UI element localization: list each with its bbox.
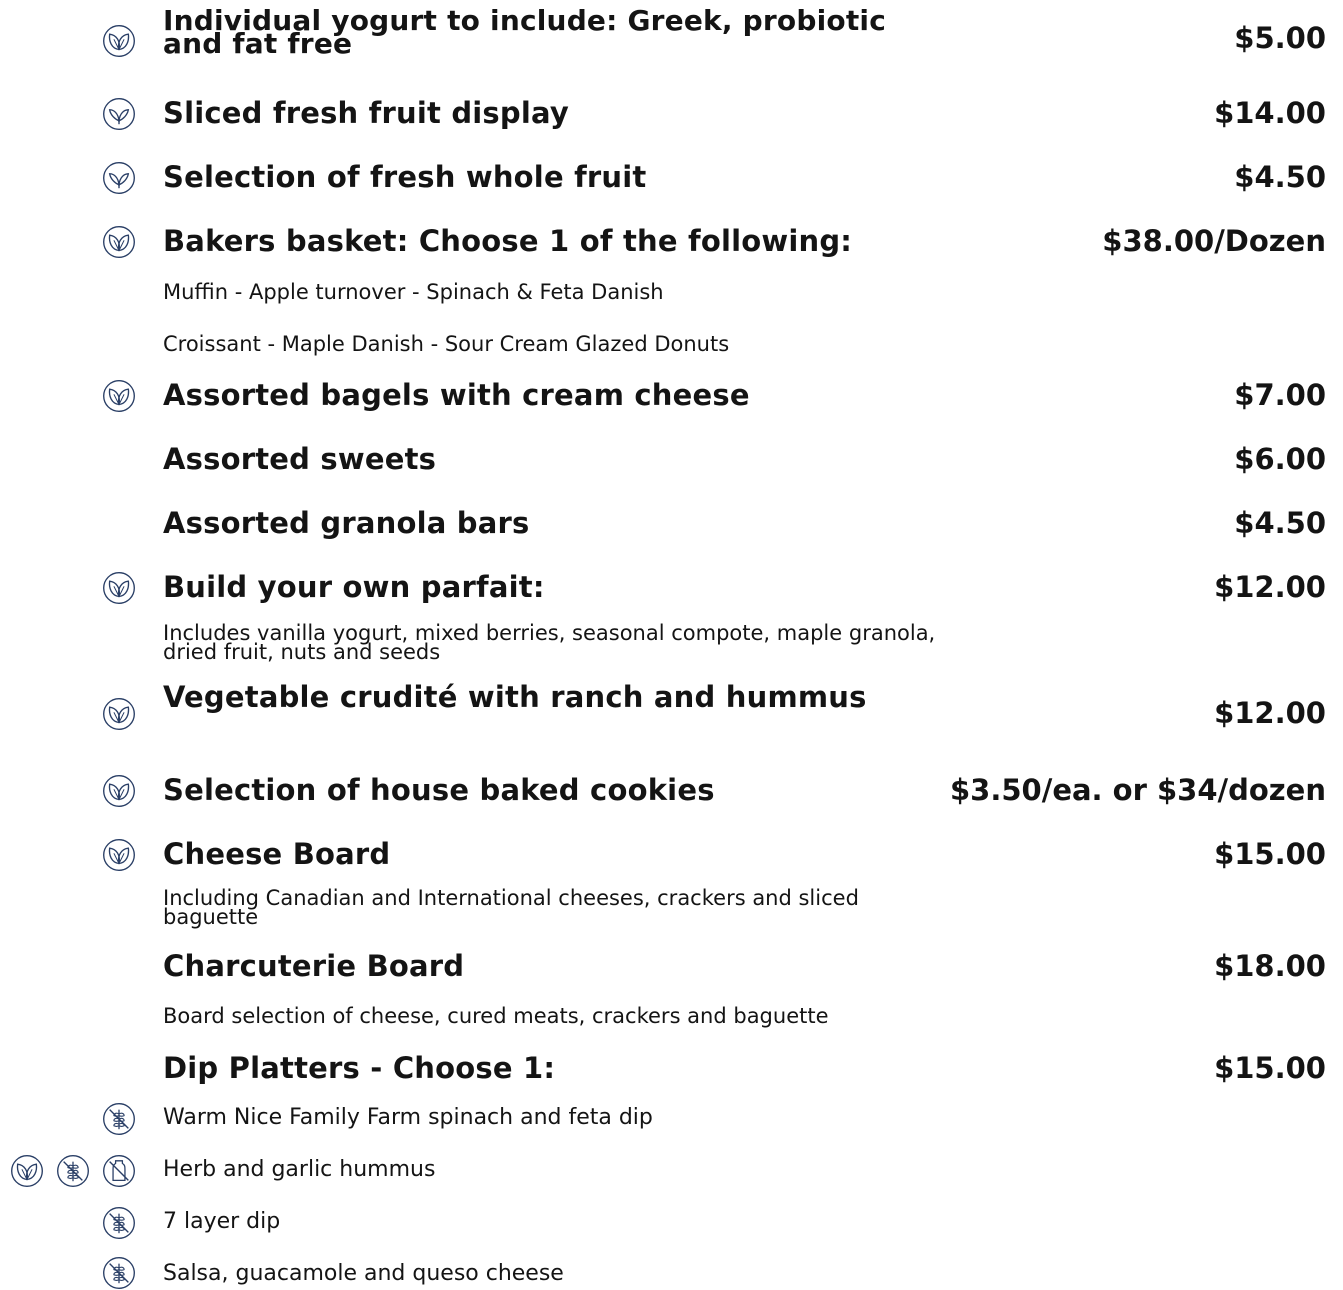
- vegan-sprout-icon: [102, 161, 136, 195]
- item-price: $38.00/Dozen: [1102, 224, 1326, 258]
- item-name: Vegetable crudité with ranch and hummus: [163, 680, 867, 714]
- item-name: Selection of fresh whole fruit: [163, 160, 647, 194]
- vegetarian-leaf-icon: [102, 838, 136, 872]
- item-name: Bakers basket: Choose 1 of the following…: [163, 224, 853, 258]
- item-option: Croissant - Maple Danish - Sour Cream Gl…: [163, 332, 730, 356]
- dip-option: Herb and garlic hummus: [163, 1157, 436, 1182]
- item-price: $4.50: [1234, 160, 1326, 194]
- item-name: Build your own parfait:: [163, 570, 545, 604]
- gluten-free-icon: [102, 1102, 136, 1136]
- item-name: Individual yogurt to include: Greek, pro…: [163, 4, 886, 60]
- dip-option: Salsa, guacamole and queso cheese: [163, 1261, 564, 1286]
- dip-option: 7 layer dip: [163, 1209, 281, 1234]
- item-price: $3.50/ea. or $34/dozen: [950, 773, 1326, 807]
- gluten-free-icon: [56, 1154, 90, 1188]
- vegetarian-leaf-icon: [102, 571, 136, 605]
- vegetarian-leaf-icon: [10, 1154, 44, 1188]
- item-name: Sliced fresh fruit display: [163, 96, 569, 130]
- item-price: $15.00: [1214, 1051, 1326, 1085]
- vegetarian-leaf-icon: [102, 225, 136, 259]
- gluten-free-icon: [102, 1256, 136, 1290]
- item-price: $12.00: [1214, 570, 1326, 604]
- vegetarian-leaf-icon: [102, 24, 136, 58]
- dairy-free-icon: [102, 1154, 136, 1188]
- item-name: Charcuterie Board: [163, 949, 465, 983]
- item-name: Cheese Board: [163, 837, 391, 871]
- item-name: Selection of house baked cookies: [163, 773, 715, 807]
- item-option: Muffin - Apple turnover - Spinach & Feta…: [163, 280, 664, 304]
- item-description: Including Canadian and International che…: [163, 886, 859, 929]
- gluten-free-icon: [102, 1206, 136, 1240]
- item-name: Assorted bagels with cream cheese: [163, 378, 750, 412]
- item-price: $5.00: [1234, 21, 1326, 55]
- vegetarian-leaf-icon: [102, 379, 136, 413]
- item-price: $12.00: [1214, 696, 1326, 730]
- item-name: Assorted granola bars: [163, 506, 530, 540]
- item-price: $7.00: [1234, 378, 1326, 412]
- item-description: Includes vanilla yogurt, mixed berries, …: [163, 621, 936, 664]
- item-price: $4.50: [1234, 506, 1326, 540]
- item-description: Board selection of cheese, cured meats, …: [163, 1004, 829, 1028]
- vegan-sprout-icon: [102, 97, 136, 131]
- item-name: Assorted sweets: [163, 442, 437, 476]
- item-price: $14.00: [1214, 96, 1326, 130]
- item-price: $6.00: [1234, 442, 1326, 476]
- item-price: $18.00: [1214, 949, 1326, 983]
- dip-option: Warm Nice Family Farm spinach and feta d…: [163, 1105, 653, 1130]
- vegetarian-leaf-icon: [102, 774, 136, 808]
- item-price: $15.00: [1214, 837, 1326, 871]
- vegetarian-leaf-icon: [102, 697, 136, 731]
- item-name: Dip Platters - Choose 1:: [163, 1051, 556, 1085]
